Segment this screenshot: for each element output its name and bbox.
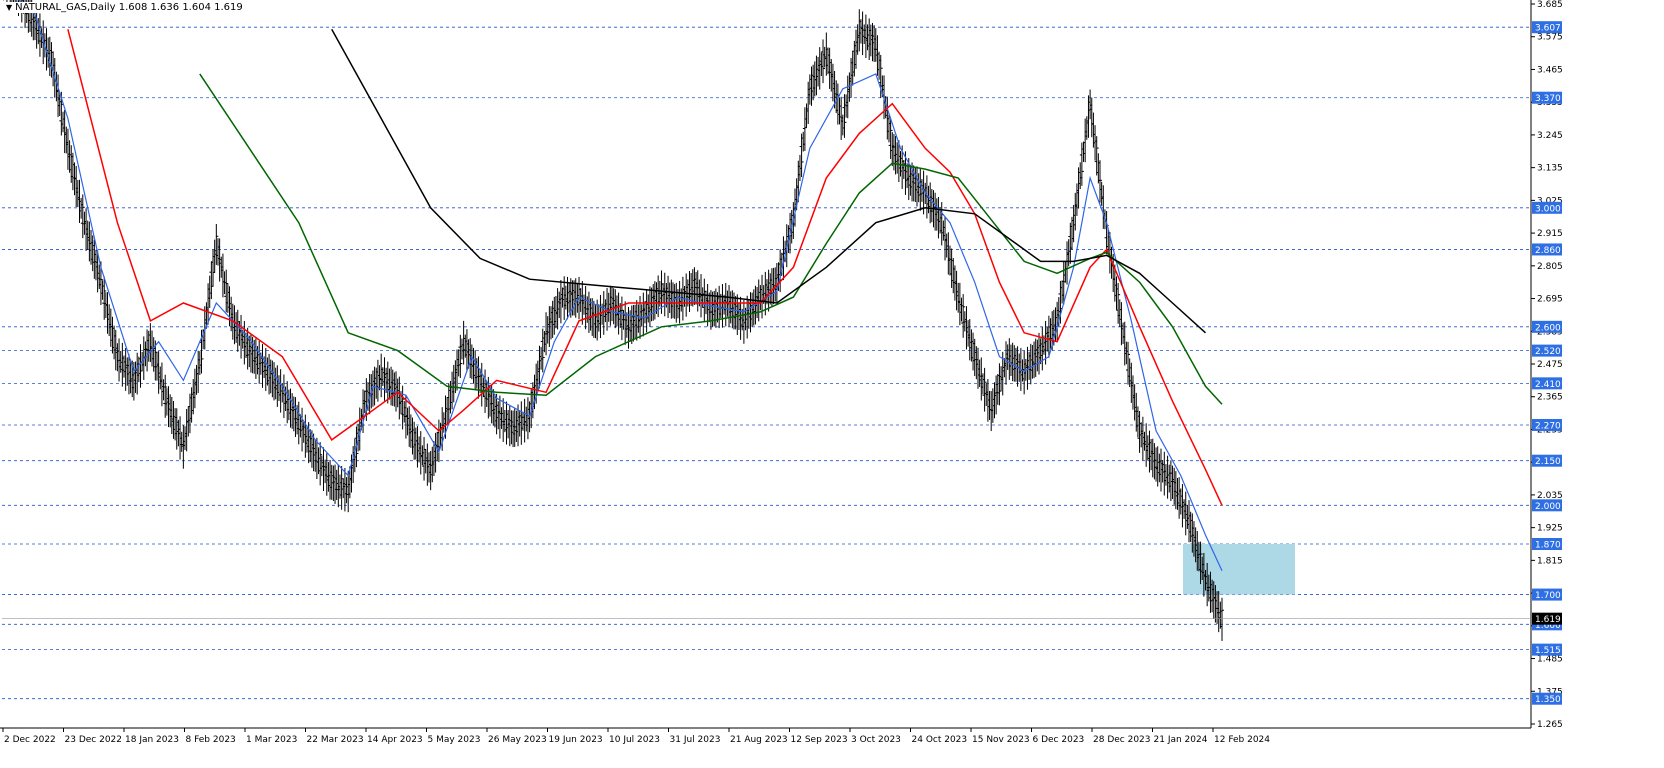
x-tick-label: 26 May 2023 bbox=[488, 735, 547, 745]
x-tick-label: 21 Jan 2024 bbox=[1154, 735, 1208, 745]
y-tick-label: 1.815 bbox=[1537, 556, 1563, 566]
chart-area: ▼NATURAL_GAS,Daily 1.608 1.636 1.604 1.6… bbox=[0, 0, 1664, 764]
ohlc-values: 1.608 1.636 1.604 1.619 bbox=[119, 2, 243, 13]
level-label-text: 2.150 bbox=[1535, 457, 1561, 467]
x-tick-label: 21 Aug 2023 bbox=[730, 735, 788, 745]
x-tick-label: 14 Apr 2023 bbox=[367, 735, 423, 745]
level-label-text: 1.350 bbox=[1535, 695, 1561, 705]
ma-fast-line bbox=[2, 0, 1222, 571]
x-tick-label: 22 Mar 2023 bbox=[307, 735, 364, 745]
chart-header: ▼NATURAL_GAS,Daily 1.608 1.636 1.604 1.6… bbox=[4, 2, 245, 13]
y-tick-label: 3.465 bbox=[1537, 65, 1563, 75]
level-label: 2.600 bbox=[1532, 321, 1562, 334]
x-tick-label: 6 Dec 2023 bbox=[1033, 735, 1085, 745]
level-label-text: 1.700 bbox=[1535, 591, 1561, 601]
level-label: 2.150 bbox=[1532, 455, 1562, 468]
level-label: 2.520 bbox=[1532, 345, 1562, 358]
y-tick-label: 1.265 bbox=[1537, 720, 1563, 730]
level-label-text: 2.520 bbox=[1535, 347, 1561, 357]
x-tick-label: 1 Mar 2023 bbox=[246, 735, 297, 745]
level-label: 2.860 bbox=[1532, 243, 1562, 256]
y-tick-label: 3.575 bbox=[1537, 33, 1563, 43]
level-label: 2.000 bbox=[1532, 499, 1562, 512]
dropdown-triangle-icon[interactable]: ▼ bbox=[6, 3, 12, 12]
level-label-text: 1.515 bbox=[1535, 646, 1561, 656]
level-label-text: 2.600 bbox=[1535, 323, 1561, 333]
y-tick-label: 2.475 bbox=[1537, 360, 1563, 370]
level-label-text: 2.860 bbox=[1535, 246, 1561, 256]
x-tick-label: 12 Feb 2024 bbox=[1214, 735, 1270, 745]
level-label: 2.410 bbox=[1532, 377, 1562, 390]
x-tick-label: 2 Dec 2022 bbox=[4, 735, 56, 745]
y-tick-label: 3.135 bbox=[1537, 164, 1563, 174]
y-tick-label: 2.805 bbox=[1537, 262, 1563, 272]
x-tick-label: 19 Jun 2023 bbox=[549, 735, 603, 745]
y-tick-label: 3.685 bbox=[1537, 0, 1563, 10]
level-label-text: 3.370 bbox=[1535, 94, 1561, 104]
current-price-text: 1.619 bbox=[1535, 615, 1561, 625]
x-tick-label: 8 Feb 2023 bbox=[186, 735, 236, 745]
x-tick-label: 15 Nov 2023 bbox=[972, 735, 1030, 745]
level-label: 3.000 bbox=[1532, 202, 1562, 215]
y-tick-label: 1.925 bbox=[1537, 524, 1563, 534]
level-label: 2.270 bbox=[1532, 419, 1562, 432]
ma-red-line bbox=[68, 29, 1222, 505]
level-label-text: 2.270 bbox=[1535, 421, 1561, 431]
level-label-text: 2.000 bbox=[1535, 502, 1561, 512]
symbol-label: NATURAL_GAS,Daily bbox=[15, 2, 115, 13]
level-label-text: 3.000 bbox=[1535, 204, 1561, 214]
level-label-text: 2.410 bbox=[1535, 380, 1561, 390]
level-label-text: 1.870 bbox=[1535, 541, 1561, 551]
x-tick-label: 24 Oct 2023 bbox=[912, 735, 968, 745]
level-label: 1.515 bbox=[1532, 644, 1562, 657]
y-tick-label: 2.365 bbox=[1537, 393, 1563, 403]
x-tick-label: 10 Jul 2023 bbox=[609, 735, 660, 745]
level-label: 1.870 bbox=[1532, 538, 1562, 551]
x-tick-label: 5 May 2023 bbox=[428, 735, 481, 745]
level-label: 1.700 bbox=[1532, 589, 1562, 602]
x-tick-label: 28 Dec 2023 bbox=[1093, 735, 1151, 745]
current-price-tag: 1.619 bbox=[2, 613, 1562, 626]
x-tick-label: 3 Oct 2023 bbox=[851, 735, 901, 745]
ma-green-line bbox=[200, 74, 1222, 404]
level-label: 3.607 bbox=[1532, 21, 1562, 34]
level-label: 3.370 bbox=[1532, 92, 1562, 105]
price-chart: 3.6853.5753.4653.3553.2453.1353.0252.915… bbox=[0, 0, 1664, 764]
level-label-text: 3.607 bbox=[1535, 24, 1561, 34]
x-tick-label: 18 Jan 2023 bbox=[125, 735, 179, 745]
y-tick-label: 3.245 bbox=[1537, 131, 1563, 141]
y-tick-label: 2.695 bbox=[1537, 295, 1563, 305]
level-label: 1.350 bbox=[1532, 693, 1562, 706]
x-tick-label: 23 Dec 2022 bbox=[65, 735, 123, 745]
x-tick-label: 12 Sep 2023 bbox=[791, 735, 848, 745]
x-tick-label: 31 Jul 2023 bbox=[670, 735, 721, 745]
y-tick-label: 2.915 bbox=[1537, 229, 1563, 239]
